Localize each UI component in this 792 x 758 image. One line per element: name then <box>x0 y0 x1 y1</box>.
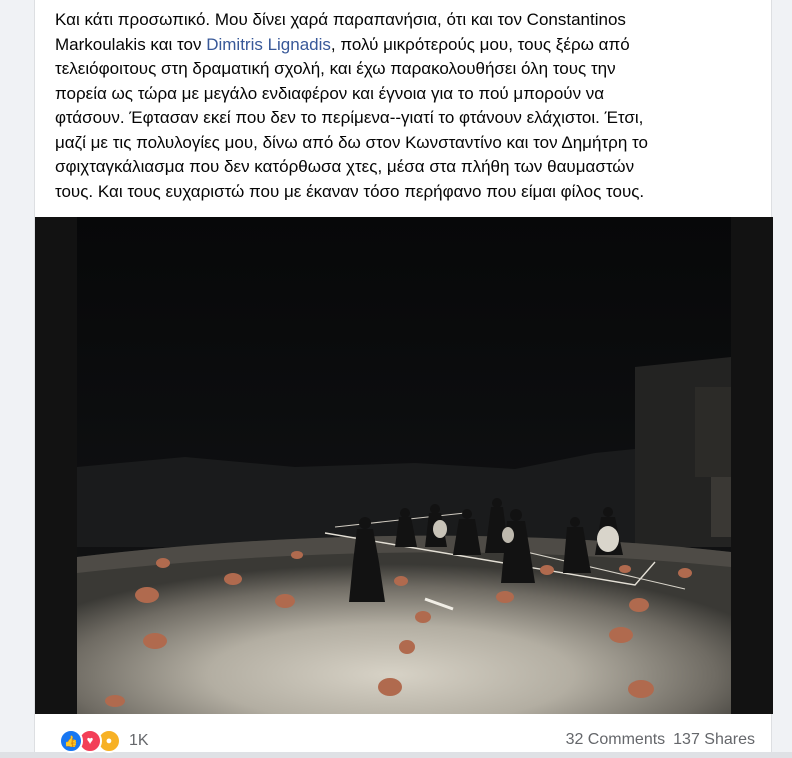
post-photo[interactable] <box>35 217 773 714</box>
reaction-summary[interactable]: 👍 ♥ ● 1K <box>59 729 149 753</box>
taskbar-strip <box>0 752 792 758</box>
facebook-post-page: Και κάτι προσωπικό. Μου δίνει χαρά παραπ… <box>0 0 792 758</box>
post-text-line: φτάσουν. Έφτασαν εκεί που δεν το περίμεν… <box>55 108 644 127</box>
comments-count-link[interactable]: 32 Comments <box>566 731 666 749</box>
post-text-line: πορεία ως τώρα με μεγάλο ενδιαφέρον και … <box>55 83 605 103</box>
post-card: Και κάτι προσωπικό. Μου δίνει χαρά παραπ… <box>34 0 773 758</box>
post-text-line: τους. Και τους ευχαριστώ που με έκαναν τ… <box>55 181 645 201</box>
post-text-line: Και κάτι προσωπικό. Μου δίνει χαρά παραπ… <box>55 10 626 29</box>
mention-link[interactable]: Dimitris Lignadis <box>206 35 331 54</box>
theatre-stage-photo <box>35 217 773 714</box>
post-text-line: σφιχταγκάλιασμα που δεν κατόρθωσα χτες, … <box>55 157 635 176</box>
like-icon: 👍 <box>59 729 83 753</box>
post-text-line: μαζί με τις πολυλογίες μου, δίνω από δω … <box>55 132 648 152</box>
engagement-counts: 32 Comments 137 Shares <box>566 731 755 749</box>
post-text-line: , πολύ μικρότερούς μου, τους ξέρω από <box>330 34 630 54</box>
shares-count-link[interactable]: 137 Shares <box>673 731 755 749</box>
reaction-count[interactable]: 1K <box>129 732 149 750</box>
post-text-line: Markoulakis και τον <box>55 34 207 54</box>
post-text: Και κάτι προσωπικό. Μου δίνει χαρά παραπ… <box>55 8 767 204</box>
post-text-line: τελειόφοιτους στη δραματική σχολή, και έ… <box>55 59 616 78</box>
